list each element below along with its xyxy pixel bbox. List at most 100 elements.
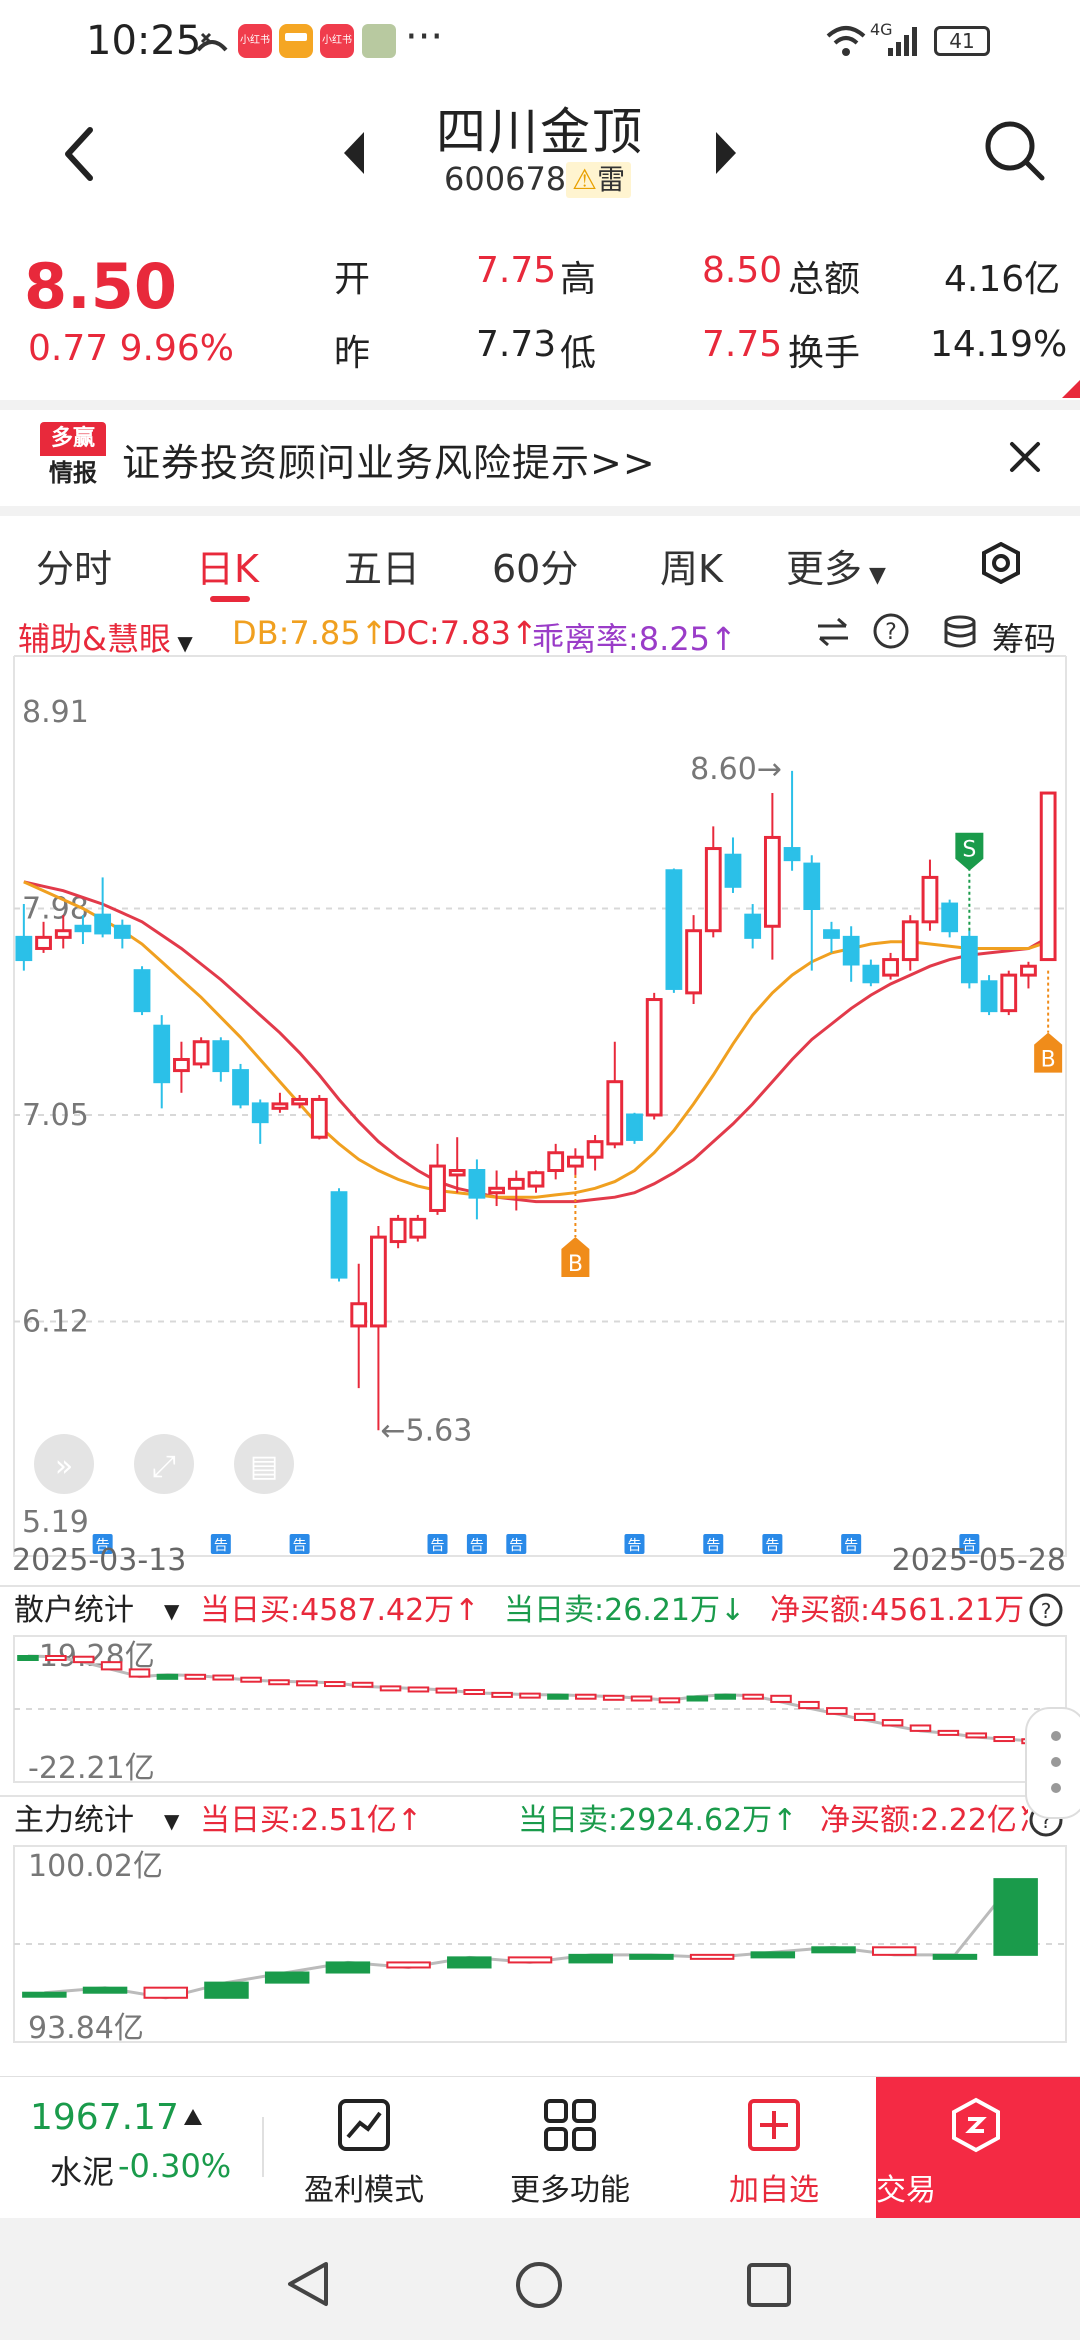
amount-label: 总额: [788, 259, 861, 300]
list-icon-glyph: ▤: [250, 1449, 278, 1484]
tab-more[interactable]: 更多 ▼: [786, 538, 886, 593]
candle-down: [94, 913, 112, 935]
flow-bar-down: [770, 1694, 792, 1703]
flow-bar-up: [82, 1986, 128, 1994]
candle-up: [448, 1169, 466, 1177]
settings-icon[interactable]: [980, 542, 1022, 584]
candle-down: [960, 935, 978, 984]
profit-mode-button[interactable]: 盈利模式: [264, 2077, 464, 2219]
price-change: 0.77 9.96%: [28, 328, 234, 369]
flow-bar-down: [268, 1679, 290, 1686]
swap-icon[interactable]: [814, 616, 852, 648]
flow-bar-down: [658, 1697, 681, 1704]
flow-bar-down: [463, 1689, 485, 1696]
flow-bar-up: [686, 1695, 709, 1702]
expand-corner-icon[interactable]: [1062, 380, 1080, 398]
candle-down: [783, 847, 801, 862]
risk-badge[interactable]: ⚠雷: [566, 162, 632, 198]
flow-bar-up: [993, 1878, 1038, 1956]
main-force-title: 主力统计: [14, 1803, 134, 1838]
risk-notice-text[interactable]: 证券投资顾问业务风险提示>>: [122, 432, 656, 487]
y-tick-label: 6.12: [22, 1305, 89, 1340]
logo-top-text: 多赢: [40, 422, 106, 456]
kline-chart[interactable]: 8.917.987.056.125.198.60→←5.63BSB告告告告告告告…: [0, 656, 1080, 2076]
candle-up: [507, 1177, 525, 1190]
notice-marker: 告: [627, 1538, 641, 1554]
notice-marker: 告: [431, 1538, 445, 1554]
wifi-icon: [826, 26, 866, 56]
battery-icon: 41: [934, 26, 990, 56]
tab-five-day[interactable]: 五日: [344, 538, 420, 593]
risk-badge-label: 雷: [597, 163, 626, 196]
more-functions-label: 更多功能: [510, 2173, 630, 2208]
flow-bar-down: [689, 1953, 735, 1960]
nav-home-icon[interactable]: [514, 2260, 564, 2310]
candle-down: [232, 1069, 249, 1106]
flow-bar-up: [750, 1951, 796, 1959]
low-value: 7.75: [702, 324, 783, 365]
prev-close-value: 7.73: [476, 324, 557, 365]
prev-close-label: 昨: [334, 333, 371, 374]
indicator-selector[interactable]: 辅助&慧眼 ▼: [18, 614, 193, 660]
chips-icon[interactable]: [942, 614, 978, 650]
buy-marker: B: [561, 1236, 590, 1277]
indicator-bar: 辅助&慧眼 ▼ DB:7.85↑ DC:7.83↑ 乖离率:8.25↑ ? 筹码: [14, 606, 1066, 658]
ma-line-dc: [23, 880, 1049, 1199]
flow-bar-down: [386, 1961, 431, 1969]
tab-daily-k[interactable]: 日K: [196, 538, 259, 593]
candle-up: [704, 847, 722, 933]
add-watchlist-button[interactable]: 加自选: [674, 2077, 874, 2219]
notice-marker: 告: [509, 1538, 523, 1554]
signal-icon: [888, 27, 917, 56]
help-icon[interactable]: ?: [872, 612, 910, 650]
flow-bar-down: [72, 1655, 95, 1664]
dropdown-icon: ▼: [862, 563, 886, 588]
next-stock-icon[interactable]: [712, 128, 740, 178]
candle-down: [212, 1040, 230, 1073]
more-functions-button[interactable]: 更多功能: [470, 2077, 670, 2219]
tab-intraday[interactable]: 分时: [36, 538, 112, 593]
candle-up: [271, 1102, 289, 1110]
flow-bar-down: [128, 1668, 151, 1678]
nav-recents-icon[interactable]: [746, 2262, 792, 2308]
amount-value: 4.16亿: [944, 259, 1061, 300]
flow-bar-up: [204, 1981, 249, 1999]
sector-index[interactable]: 1967.17 水泥 -0.30%: [30, 2097, 260, 2207]
back-icon[interactable]: [60, 124, 100, 184]
candle-up: [901, 920, 919, 962]
side-handle-dot: [1051, 1757, 1061, 1767]
duoying-logo: 多赢 情报: [40, 422, 106, 492]
tab-60min[interactable]: 60分: [492, 538, 578, 593]
trade-button[interactable]: 交易: [876, 2077, 1080, 2219]
candle-up: [409, 1217, 427, 1239]
open-label: 开: [334, 259, 371, 300]
flow-bar-up: [568, 1953, 613, 1964]
search-icon[interactable]: [982, 118, 1048, 184]
flow-bar-down: [296, 1680, 318, 1687]
tab-weekly-k[interactable]: 周K: [660, 538, 723, 593]
flow-bar-up: [932, 1953, 978, 1960]
candle-up: [763, 835, 781, 928]
buy-marker-label: B: [1041, 1048, 1056, 1073]
candle-down: [980, 980, 998, 1013]
candle-up: [606, 1080, 624, 1146]
main-force-sell: 当日卖:2924.62万↑: [518, 1803, 797, 1838]
candle-up: [488, 1186, 505, 1195]
flow-bar-down: [871, 1946, 917, 1956]
turnover-value: 14.19%: [930, 324, 1068, 365]
svg-text:?: ?: [885, 620, 897, 645]
trade-label: 交易: [876, 2173, 936, 2208]
close-icon[interactable]: [1008, 440, 1042, 474]
chips-label[interactable]: 筹码: [992, 614, 1056, 660]
add-watchlist-label: 加自选: [729, 2173, 819, 2208]
high-value: 8.50: [702, 250, 783, 291]
up-arrow-icon: [184, 2109, 202, 2125]
nav-back-icon[interactable]: [286, 2260, 330, 2308]
candle-up: [547, 1151, 565, 1173]
flow-bar-up: [629, 1953, 674, 1960]
db-indicator: DB:7.85↑: [232, 614, 388, 652]
candle-up: [35, 935, 52, 950]
risk-notice-banner[interactable]: 多赢 情报 证券投资顾问业务风险提示>>: [0, 410, 1080, 506]
help-icon-glyph: ?: [1041, 1599, 1052, 1623]
flow-bar-down: [575, 1693, 597, 1700]
